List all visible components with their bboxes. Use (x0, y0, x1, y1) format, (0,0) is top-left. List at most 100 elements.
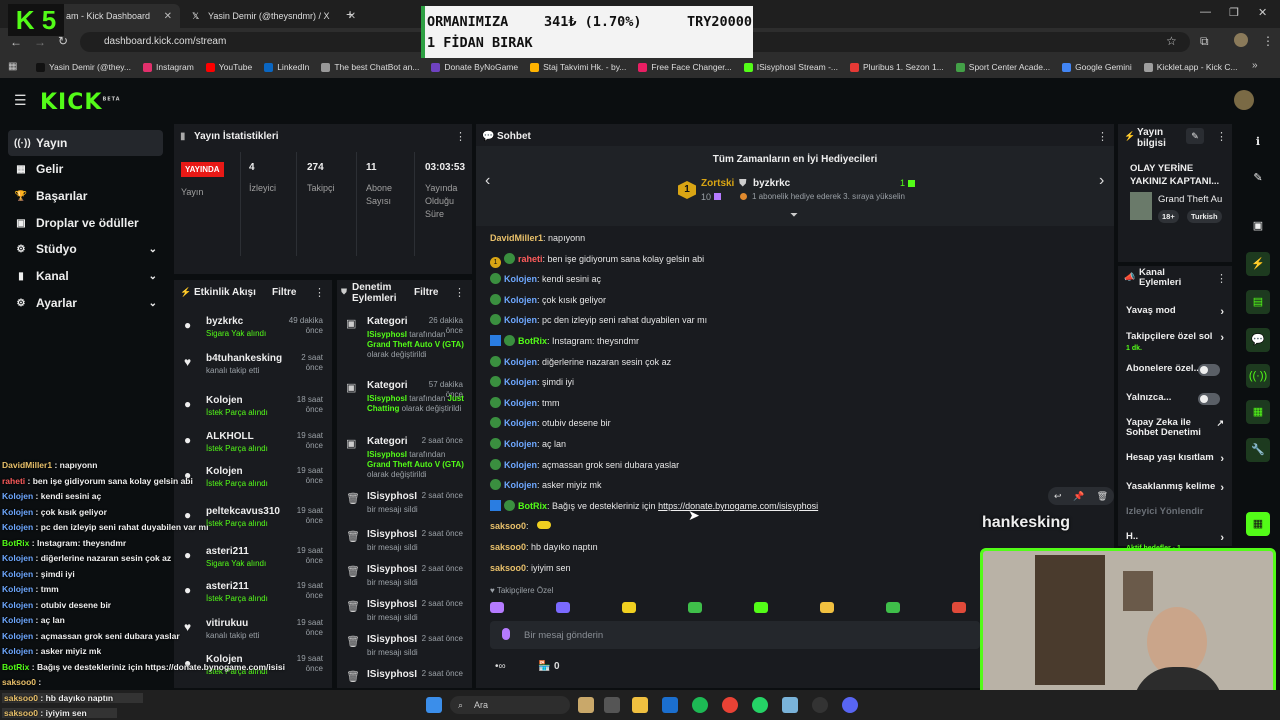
chat-message[interactable]: Kolojen: çok kısık geliyor (490, 293, 606, 307)
chat-username[interactable]: Kolojen (504, 315, 537, 325)
emote-icon[interactable] (490, 602, 504, 613)
chat-store-icon[interactable]: 🏪 (538, 661, 550, 672)
chat-username[interactable]: BotRix (518, 501, 547, 511)
toggle-switch[interactable] (1198, 393, 1220, 405)
activity-row[interactable]: ♥ vitirukuu kanalı takip etti 19 saat önce (182, 618, 327, 654)
close-window-icon[interactable]: ✕ (1258, 6, 1267, 19)
chat-message[interactable]: 1 raheti: ben işe gidiyorum sana kolay ge… (490, 252, 704, 268)
chat-message[interactable]: BotRix: Instagram: theysndmr (490, 334, 639, 348)
chat-link[interactable]: https://donate.bynogame.com/isisyphosi (658, 501, 818, 511)
activity-row[interactable]: ● asteri211 İstek Parça alındı 19 saat önce (182, 581, 327, 617)
stats-menu-icon[interactable]: ⋮ (455, 130, 466, 143)
emote-picker-icon[interactable] (502, 628, 510, 640)
bolt-icon[interactable]: ⚡ (1246, 252, 1270, 276)
task-view-icon[interactable] (604, 697, 620, 713)
emote-icon[interactable] (886, 602, 900, 613)
chat-username[interactable]: saksoo0 (490, 542, 526, 552)
toggle-switch[interactable] (1198, 364, 1220, 376)
channel-action-item[interactable]: Yalnızca... (1126, 393, 1230, 406)
bookmark-item[interactable]: Pluribus 1. Sezon 1... (849, 62, 944, 72)
forward-icon[interactable]: → (34, 35, 46, 49)
clips-icon[interactable]: ▦ (1246, 400, 1270, 424)
activity-row[interactable]: ● Kolojen İstek Parça alındı 18 saat önce (182, 395, 327, 431)
sidebar-item[interactable]: ⚙ Ayarlar ⌄ (8, 290, 163, 316)
chat-username[interactable]: Kolojen (504, 274, 537, 284)
gifters-next-icon[interactable]: › (1099, 172, 1104, 190)
activity-row[interactable]: ● byzkrkc Sigara Yak alındı 49 dakika önce (182, 316, 327, 352)
bookmark-item[interactable]: Kicklet.app - Kick C... (1143, 62, 1238, 72)
sidebar-item[interactable]: ((·)) Yayın (8, 130, 163, 156)
chat-username[interactable]: DavidMiller1 (490, 233, 543, 243)
document-icon[interactable]: ▤ (1246, 290, 1270, 314)
chat-message[interactable]: Kolojen: tmm (490, 396, 560, 410)
channel-action-item[interactable]: Hesap yaşı kısıtlam › (1126, 453, 1230, 466)
chat-users-icon[interactable]: •∞ (495, 661, 506, 672)
chat-message[interactable]: saksoo0: hb dayıko naptın (490, 540, 598, 554)
chat-message[interactable]: BotRix: Bağış ve destekleriniz için http… (490, 499, 818, 513)
kick-app-icon[interactable]: ▦ (1246, 512, 1270, 536)
channel-action-item[interactable]: İzleyici Yönlendir (1126, 507, 1230, 520)
sidebar-item[interactable]: ⚙ Stüdyo ⌄ (8, 236, 163, 262)
pin-icon[interactable]: 📌 (1073, 491, 1084, 502)
bookmark-item[interactable]: Donate ByNoGame (431, 62, 518, 72)
emote-icon[interactable] (688, 602, 702, 613)
chat-message[interactable]: Kolojen: diğerlerine nazaran sesin çok a… (490, 355, 671, 369)
chat-username[interactable]: Kolojen (504, 480, 537, 490)
kick-logo[interactable]: KICKBETA (40, 90, 121, 115)
bookmark-item[interactable]: ISisyphosI Stream -... (743, 62, 838, 72)
reload-icon[interactable]: ↻ (58, 34, 68, 48)
sidebar-item[interactable]: ▣ Droplar ve ödüller (8, 210, 163, 236)
chat-message[interactable]: Kolojen: otubiv desene bir (490, 416, 611, 430)
emote-icon[interactable] (754, 602, 768, 613)
channel-action-item[interactable]: Yasaklanmış kelime › (1126, 482, 1230, 495)
whatsapp-icon[interactable] (752, 697, 768, 713)
bookmark-item[interactable]: Yasin Demir (@they... (36, 62, 131, 72)
chat-username[interactable]: Kolojen (504, 295, 537, 305)
activity-filter-button[interactable]: Filtre (272, 287, 296, 298)
gifters-prev-icon[interactable]: ‹ (485, 172, 490, 190)
more-bookmarks-icon[interactable]: » (1252, 60, 1258, 71)
chat-username[interactable]: Kolojen (504, 398, 537, 408)
obs-icon[interactable] (812, 697, 828, 713)
channel-action-item[interactable]: Abonelere özel... (1126, 364, 1230, 377)
close-tab-icon[interactable]: ✕ (164, 11, 172, 22)
bookmark-star-icon[interactable]: ☆ (1166, 34, 1177, 48)
chat-message[interactable]: Kolojen: pc den izleyip seni rahat duyab… (490, 313, 707, 327)
chat-message[interactable]: Kolojen: aç lan (490, 437, 566, 451)
app-icon[interactable] (782, 697, 798, 713)
chat-message[interactable]: Kolojen: açmassan grok seni dubara yasla… (490, 458, 679, 472)
reply-icon[interactable]: ↩ (1054, 491, 1062, 502)
file-explorer-icon[interactable] (632, 697, 648, 713)
chat-message[interactable]: Kolojen: kendi sesini aç (490, 272, 601, 286)
chat-message[interactable]: saksoo0: (490, 519, 552, 533)
bookmark-item[interactable]: The best ChatBot an... (321, 62, 419, 72)
gifter2-name[interactable]: byzkrkc (753, 178, 790, 189)
activity-row[interactable]: ● Kolojen İstek Parça alındı 19 saat önce (182, 466, 327, 502)
activity-row[interactable]: ● Kolojen İstek Parça alındı 19 saat önce (182, 654, 327, 690)
minimize-icon[interactable]: — (1200, 6, 1211, 18)
sidebar-item[interactable]: 🏆 Başarılar (8, 183, 163, 209)
chrome-icon[interactable] (722, 697, 738, 713)
back-icon[interactable]: ← (10, 35, 22, 49)
emote-icon[interactable] (622, 602, 636, 613)
camera-icon[interactable]: ▣ (1246, 214, 1270, 238)
chat-username[interactable]: Kolojen (504, 357, 537, 367)
chat-username[interactable]: raheti (518, 254, 543, 264)
chat-message[interactable]: saksoo0: iyiyim sen (490, 561, 571, 575)
apps-grid-icon[interactable]: ▦ (8, 61, 17, 72)
chat-message[interactable]: Kolojen: şimdi iyi (490, 375, 574, 389)
chat-username[interactable]: Kolojen (504, 377, 537, 387)
bookmark-item[interactable]: LinkedIn (264, 62, 309, 72)
info-icon[interactable]: ℹ (1246, 130, 1270, 154)
activity-row[interactable]: ♥ b4tuhankesking kanalı takip etti 2 saat ö… (182, 353, 327, 389)
gifter1-name[interactable]: Zortski (701, 178, 734, 189)
bookmark-item[interactable]: YouTube (205, 62, 252, 72)
maximize-icon[interactable]: ❐ (1229, 6, 1239, 19)
bookmark-item[interactable]: Google Gemini (1062, 62, 1132, 72)
profile-avatar[interactable] (1234, 33, 1248, 47)
chat-username[interactable]: Kolojen (504, 460, 537, 470)
moderation-filter-button[interactable]: Filtre (414, 287, 438, 298)
activity-row[interactable]: ● asteri211 Sigara Yak alındı 19 saat önce (182, 546, 327, 582)
taskbar-search[interactable]: Ara (450, 696, 570, 714)
channel-action-item[interactable]: Yavaş mod › (1126, 306, 1230, 319)
